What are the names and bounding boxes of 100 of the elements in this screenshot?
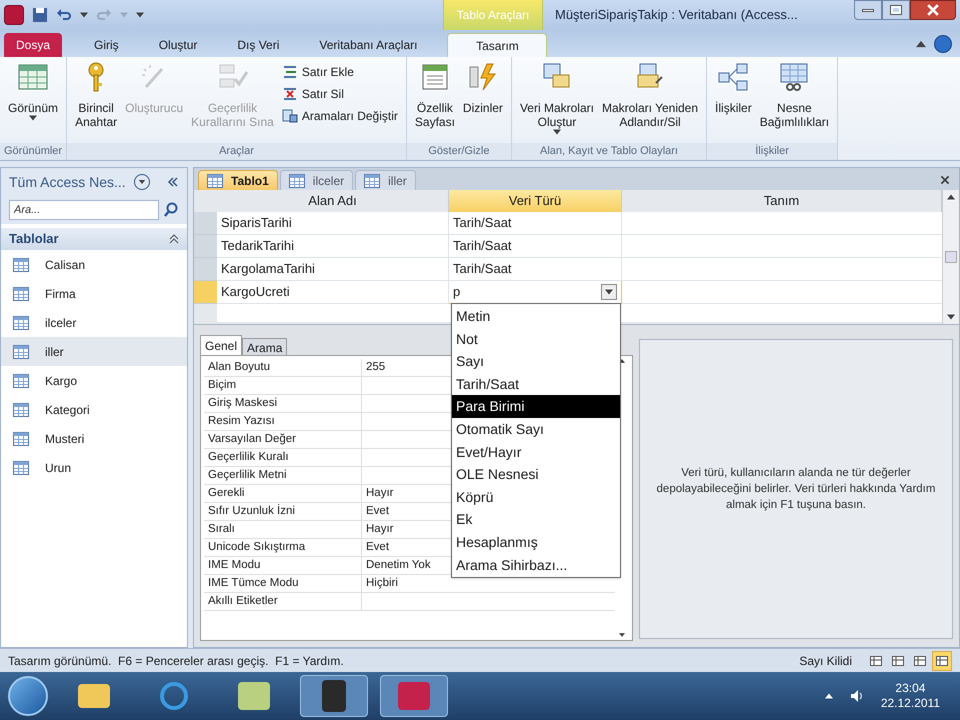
property-label: Akıllı Etiketler: [204, 593, 362, 610]
table-icon: [13, 374, 29, 388]
property-label: Varsayılan Değer: [204, 431, 362, 448]
chevron-icon: [169, 234, 179, 244]
dropdown-option[interactable]: Köprü: [452, 486, 620, 508]
minimize-button[interactable]: [854, 0, 882, 20]
undo-icon[interactable]: [56, 7, 72, 23]
ribbon-group-label: Alan, Kayıt ve Tablo Olayları: [512, 143, 706, 160]
dropdown-option[interactable]: Hesaplanmış: [452, 530, 620, 554]
nav-table-item[interactable]: Urun: [1, 453, 187, 482]
ribbon-group-label: İlişkiler: [707, 143, 838, 160]
close-icon[interactable]: [939, 174, 951, 186]
dependencies-icon: [778, 61, 810, 93]
dropdown-option[interactable]: Sayı: [452, 350, 620, 373]
description-cell[interactable]: [622, 281, 942, 304]
document-tab[interactable]: ilceler: [280, 170, 354, 190]
ribbon-large-button[interactable]: İlişkiler: [711, 57, 756, 141]
property-label: Sıralı: [204, 521, 362, 538]
ribbon-small-button[interactable]: Aramaları Değiştir: [278, 105, 402, 127]
property-tab[interactable]: Arama: [242, 338, 288, 355]
dropdown-option[interactable]: Tarih/Saat: [452, 372, 620, 396]
relationships-icon: [717, 61, 750, 93]
ribbon-large-button[interactable]: Veri Makroları Oluştur: [516, 57, 598, 141]
ribbon-large-button[interactable]: Özellik Sayfası: [410, 57, 459, 141]
ribbon-group-label: Görünümler: [0, 143, 66, 160]
description-cell[interactable]: [622, 212, 942, 235]
nav-table-item[interactable]: Musteri: [1, 424, 187, 453]
window-title: MüşteriSiparişTakip : Veritabanı (Access...: [555, 6, 798, 24]
ribbon-tab[interactable]: Dış Veri: [225, 33, 292, 57]
ribbon-tab[interactable]: Tasarım: [447, 33, 548, 57]
ribbon-large-button[interactable]: Dizinler: [458, 57, 507, 141]
view-icon: [870, 656, 882, 666]
dropdown-caret-icon[interactable]: [601, 284, 617, 300]
dropdown-option[interactable]: Metin: [452, 305, 620, 328]
nav-group-header[interactable]: Tablolar: [1, 228, 187, 250]
dropdown-option[interactable]: Para Birimi: [452, 395, 620, 418]
scroll-thumb[interactable]: [945, 251, 957, 263]
table-icon: [13, 460, 29, 474]
property-label: Biçim: [204, 377, 362, 394]
nav-table-item[interactable]: Calisan: [1, 250, 187, 279]
taskbar-app-button[interactable]: [300, 675, 368, 717]
view-button[interactable]: [932, 650, 952, 670]
scroll-down-icon: [947, 314, 955, 320]
field-name-cell[interactable]: SiparisTarihi: [217, 212, 449, 235]
nav-table-item[interactable]: Kargo: [1, 366, 187, 395]
view-icon: [914, 656, 926, 666]
close-button[interactable]: [910, 0, 956, 20]
dropdown-option[interactable]: Not: [452, 328, 620, 350]
lookup-icon: [282, 108, 298, 124]
contextual-tab-header: Tablo Araçları: [443, 0, 543, 30]
view-icon: [936, 656, 948, 666]
ribbon-tab[interactable]: Oluştur: [146, 33, 210, 57]
property-label: Gerekli: [204, 485, 362, 502]
file-tab[interactable]: Dosya: [4, 33, 62, 57]
scrollbar[interactable]: [942, 190, 959, 324]
save-icon[interactable]: [32, 7, 48, 23]
minimize-ribbon-icon: [916, 40, 926, 48]
ribbon-tab[interactable]: Veritabanı Araçları: [307, 33, 430, 57]
maximize-button[interactable]: [882, 0, 910, 20]
table-icon: [13, 344, 29, 358]
delete-row-icon: [282, 86, 298, 102]
ribbon-large-button[interactable]: Birincil Anahtar: [71, 57, 122, 141]
property-tab[interactable]: Genel: [200, 335, 242, 355]
field-name-cell[interactable]: KargoUcreti: [217, 281, 449, 304]
nav-table-item[interactable]: ilceler: [1, 308, 187, 337]
field-name-cell[interactable]: KargolamaTarihi: [217, 258, 449, 281]
redo-icon: [96, 7, 112, 23]
undo-caret-icon: [80, 12, 88, 18]
document-tab[interactable]: iller: [355, 170, 416, 190]
help-icon[interactable]: [934, 35, 952, 53]
ribbon-large-button[interactable]: Görünüm: [4, 57, 62, 141]
search-icon[interactable]: [163, 202, 179, 218]
dropdown-option[interactable]: Arama Sihirbazı...: [452, 554, 620, 576]
description-cell[interactable]: [622, 235, 942, 258]
ribbon-tab[interactable]: Giriş: [82, 33, 131, 57]
num-lock-indicator: Sayı Kilidi: [799, 652, 852, 670]
document-tab[interactable]: Tablo1: [198, 170, 278, 190]
customize-caret-icon: [136, 12, 144, 18]
property-value[interactable]: Hiçbiri: [362, 575, 615, 592]
field-name-cell[interactable]: TedarikTarihi: [217, 235, 449, 258]
nav-table-item[interactable]: Firma: [1, 279, 187, 308]
description-cell[interactable]: [622, 258, 942, 281]
ribbon-large-button[interactable]: Makroları Yeniden Adlandır/Sil: [598, 57, 702, 141]
dropdown-caret-icon: [29, 115, 38, 121]
start-button[interactable]: [8, 676, 48, 716]
scroll-up-icon: [947, 194, 955, 200]
ribbon-small-button[interactable]: Satır Sil: [278, 83, 402, 105]
speaker-icon[interactable]: [848, 688, 865, 704]
dropdown-option[interactable]: Evet/Hayır: [452, 440, 620, 464]
nav-table-item[interactable]: iller: [1, 337, 187, 366]
dropdown-option[interactable]: OLE Nesnesi: [452, 463, 620, 486]
nav-table-item[interactable]: Kategori: [1, 395, 187, 424]
dropdown-option[interactable]: Otomatik Sayı: [452, 418, 620, 441]
collapse-pane-icon[interactable]: [167, 176, 179, 188]
close-icon: [927, 4, 939, 16]
dropdown-option[interactable]: Ek: [452, 508, 620, 531]
ribbon-large-button[interactable]: Nesne Bağımlılıkları: [756, 57, 834, 141]
property-label: Geçerlilik Kuralı: [204, 449, 362, 466]
insert-row-icon: [282, 64, 298, 80]
ribbon-small-button[interactable]: Satır Ekle: [278, 61, 402, 83]
